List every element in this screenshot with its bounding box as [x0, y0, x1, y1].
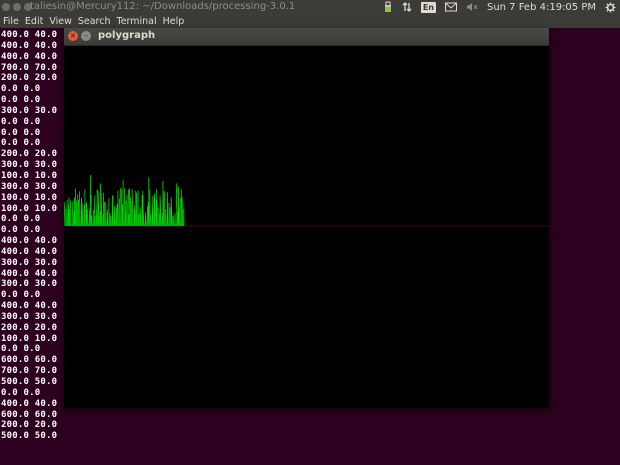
terminal-line: 0.0 0.0	[1, 84, 41, 95]
terminal-lines: 400.0 40.0 400.0 40.0 400.0 40.0 700.0 70.0…	[1, 30, 57, 442]
polygraph-window[interactable]: × – polygraph	[64, 28, 549, 408]
polygraph-titlebar[interactable]: × – polygraph	[64, 28, 549, 46]
terminal-line: 300.0 30.0	[1, 160, 58, 171]
terminal-line: 400.0 40.0	[1, 246, 58, 257]
terminal-line: 400.0 40.0	[1, 40, 58, 51]
terminal-line: 400.0 40.0	[1, 30, 58, 40]
terminal-line: 400.0 40.0	[1, 268, 58, 279]
terminal-line: 400.0 40.0	[1, 301, 58, 312]
trace-segment	[67, 204, 69, 227]
terminal-line: 0.0 0.0	[1, 95, 41, 106]
top-panel: taliesin@Mercury112: ~/Downloads/process…	[0, 0, 620, 15]
terminal-line: 300.0 30.0	[1, 279, 58, 290]
power-gear-icon[interactable]	[605, 1, 616, 13]
terminal-window-title: taliesin@Mercury112: ~/Downloads/process…	[30, 1, 296, 12]
terminal-line: 0.0 0.0	[1, 138, 41, 149]
terminal-line: 300.0 30.0	[1, 311, 58, 322]
terminal-line: 700.0 70.0	[1, 366, 58, 377]
indicator-area: En Sun 7 Feb 4:19:05 PM	[383, 1, 616, 13]
terminal-line: 400.0 40.0	[1, 51, 58, 62]
menu-search[interactable]: Search	[78, 15, 111, 28]
volume-icon[interactable]	[466, 2, 478, 12]
terminal-line: 200.0 20.0	[1, 73, 58, 84]
terminal-line: 600.0 60.0	[1, 355, 58, 366]
polygraph-canvas[interactable]	[64, 46, 549, 408]
terminal-line: 0.0 0.0	[1, 387, 41, 398]
trace-segment	[75, 188, 77, 227]
minimize-icon[interactable]: –	[81, 31, 91, 41]
menu-edit[interactable]: Edit	[25, 15, 43, 28]
menu-terminal[interactable]: Terminal	[117, 15, 157, 28]
terminal-window-buttons	[2, 3, 32, 11]
trace-segment	[100, 183, 102, 227]
close-icon[interactable]: ×	[68, 31, 78, 41]
terminal-line: 200.0 20.0	[1, 322, 58, 333]
menu-help[interactable]: Help	[163, 15, 185, 28]
terminal-line: 0.0 0.0	[1, 290, 41, 301]
terminal-line: 200.0 20.0	[1, 420, 58, 431]
terminal-line: 0.0 0.0	[1, 214, 41, 225]
dropbox-icon[interactable]	[383, 1, 393, 13]
close-icon[interactable]	[2, 3, 10, 11]
terminal-line: 300.0 30.0	[1, 181, 58, 192]
terminal-menubar: File Edit View Search Terminal Help	[0, 15, 620, 28]
terminal-line: 400.0 40.0	[1, 236, 58, 247]
trace-segment	[81, 197, 83, 227]
mail-icon[interactable]	[444, 2, 457, 12]
terminal-line: 0.0 0.0	[1, 116, 41, 127]
terminal-line: 300.0 30.0	[1, 105, 58, 116]
terminal-line: 500.0 50.0	[1, 377, 58, 387]
terminal-line: 600.0 60.0	[1, 409, 58, 420]
polygraph-title: polygraph	[98, 30, 156, 41]
terminal-line: 0.0 0.0	[1, 344, 41, 355]
terminal-line: 100.0 10.0	[1, 170, 58, 181]
network-icon[interactable]	[402, 1, 412, 13]
terminal-line: 300.0 30.0	[1, 257, 58, 268]
terminal-line: 400.0 40.0	[1, 398, 58, 409]
trace-segment	[78, 199, 80, 227]
menu-file[interactable]: File	[3, 15, 19, 28]
terminal-line: 500.0 50.0	[1, 431, 58, 442]
terminal-line: 0.0 0.0	[1, 127, 41, 138]
trace-segment	[164, 191, 166, 227]
terminal-line: 700.0 70.0	[1, 62, 58, 73]
clock[interactable]: Sun 7 Feb 4:19:05 PM	[487, 2, 596, 13]
terminal-line: 100.0 10.0	[1, 203, 58, 214]
trace-segment	[79, 191, 81, 227]
terminal-line: 0.0 0.0	[1, 225, 41, 236]
terminal-line: 200.0 20.0	[1, 149, 58, 160]
menu-view[interactable]: View	[49, 15, 72, 28]
keyboard-icon[interactable]: En	[420, 1, 436, 13]
terminal-line: 100.0 10.0	[1, 333, 58, 344]
minimize-icon[interactable]	[13, 3, 21, 11]
terminal-line: 100.0 10.0	[1, 192, 58, 203]
